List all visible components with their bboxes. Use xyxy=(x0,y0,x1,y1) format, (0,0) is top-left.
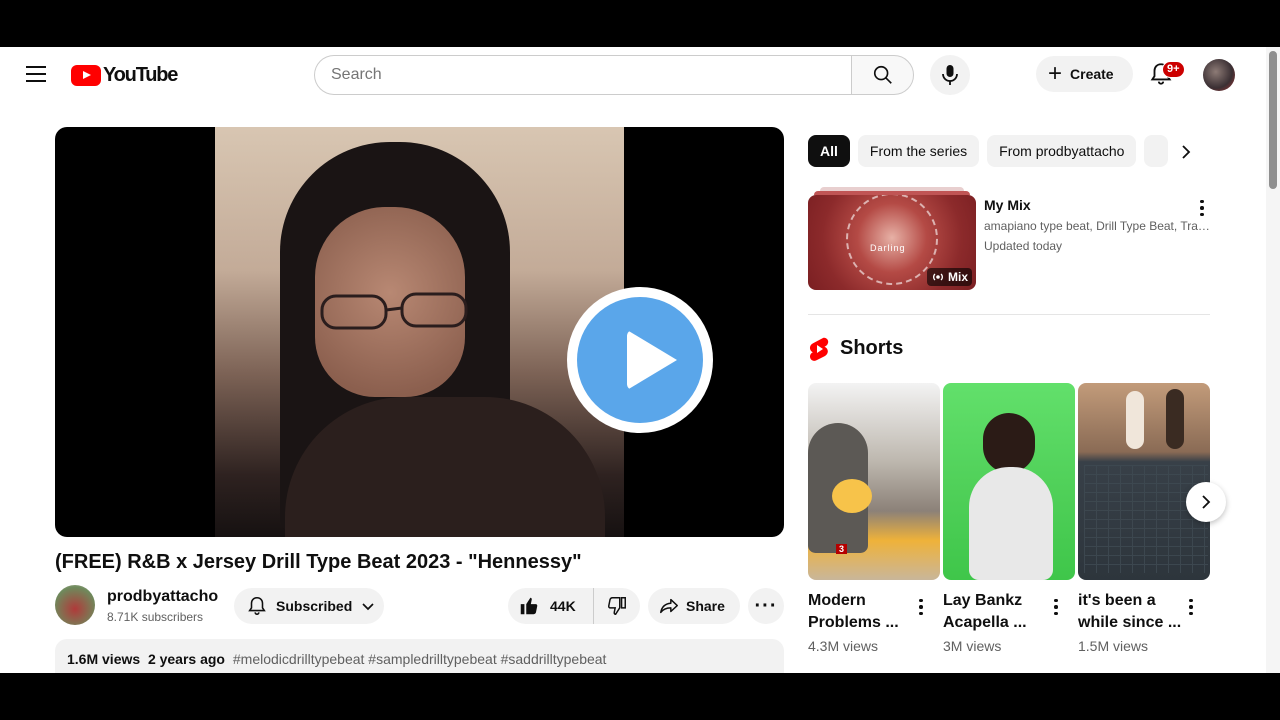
video-glasses xyxy=(320,292,468,330)
mix-subtitle: amapiano type beat, Drill Type Beat, Tra… xyxy=(984,219,1210,233)
mix-title[interactable]: My Mix xyxy=(984,197,1031,213)
filter-chips: All From the series From prodbyattacho xyxy=(808,135,1169,167)
view-count: 1.6M views xyxy=(67,651,141,667)
short-person-body xyxy=(969,467,1053,580)
create-label: Create xyxy=(1070,66,1114,82)
mix-menu-button[interactable] xyxy=(1192,196,1212,220)
dislike-button[interactable] xyxy=(594,588,640,624)
channel-avatar[interactable] xyxy=(55,585,95,625)
search-input[interactable] xyxy=(314,55,851,95)
subscriber-count: 8.71K subscribers xyxy=(107,610,204,624)
search-button[interactable] xyxy=(851,55,914,95)
short-title[interactable]: it's been a while since ... xyxy=(1078,590,1182,634)
short-flame xyxy=(832,479,872,513)
chevron-right-icon xyxy=(1202,495,1211,509)
description-hashtags[interactable]: #melodicdrilltypebeat #sampledrilltypebe… xyxy=(233,651,607,667)
like-dislike-group: 44K xyxy=(508,588,640,624)
channel-name[interactable]: prodbyattacho xyxy=(107,588,218,606)
like-button[interactable]: 44K xyxy=(508,588,594,624)
shorts-heading: Shorts xyxy=(840,337,904,359)
short-views: 1.5M views xyxy=(1078,638,1149,654)
create-button[interactable]: + Create xyxy=(1036,56,1133,92)
short-tag: 3 xyxy=(836,544,848,554)
short-menu-button[interactable] xyxy=(911,595,931,619)
upload-age: 2 years ago xyxy=(147,651,225,667)
search-icon xyxy=(873,65,892,84)
youtube-play-logo-icon xyxy=(71,64,101,86)
shorts-icon xyxy=(809,337,829,361)
menu-icon[interactable] xyxy=(24,66,48,86)
section-divider xyxy=(808,314,1210,315)
chevron-right-icon xyxy=(1182,145,1191,159)
logo-text: YouTube xyxy=(103,63,178,86)
short-thumbnail[interactable] xyxy=(943,383,1075,580)
mix-thumbnail-ring xyxy=(846,195,938,285)
chevron-down-icon xyxy=(362,603,374,611)
chip-all[interactable]: All xyxy=(808,135,850,167)
short-menu-button[interactable] xyxy=(1181,595,1201,619)
short-menu-button[interactable] xyxy=(1046,595,1066,619)
video-title: (FREE) R&B x Jersey Drill Type Beat 2023… xyxy=(55,551,582,573)
mix-thumbnail[interactable]: Darling Mix xyxy=(808,195,976,290)
page-scrollbar[interactable] xyxy=(1266,47,1280,673)
share-label: Share xyxy=(686,598,725,614)
short-person-head xyxy=(983,413,1035,473)
youtube-logo[interactable]: YouTube xyxy=(71,63,178,86)
voice-search-button[interactable] xyxy=(930,55,970,95)
subscribed-label: Subscribed xyxy=(276,598,353,614)
youtube-watch-page: YouTube + Create 9+ (FREE) R&B x Jersey … xyxy=(0,47,1280,673)
chip-from-the-series[interactable]: From the series xyxy=(857,135,980,167)
mix-thumbnail-text: Darling xyxy=(870,243,906,253)
short-title[interactable]: Modern Problems ... xyxy=(808,590,912,634)
notification-count-badge: 9+ xyxy=(1162,61,1185,78)
video-player[interactable] xyxy=(55,127,784,537)
description-box[interactable]: 1.6M views 2 years ago #melodicdrilltype… xyxy=(55,639,784,673)
radio-icon xyxy=(933,273,943,281)
mic-icon xyxy=(942,65,958,85)
more-icon: ··· xyxy=(754,594,778,617)
bell-icon xyxy=(248,596,266,616)
thumbs-up-icon xyxy=(520,597,538,615)
short-daw-grid xyxy=(1084,465,1208,573)
short-person xyxy=(1166,389,1184,449)
chip-from-channel[interactable]: From prodbyattacho xyxy=(987,135,1137,167)
share-button[interactable]: Share xyxy=(648,588,740,624)
play-button[interactable] xyxy=(567,287,713,433)
short-thumbnail[interactable]: 3 xyxy=(808,383,940,580)
play-icon xyxy=(577,297,703,423)
short-title[interactable]: Lay Bankz Acapella ... xyxy=(943,590,1047,634)
like-count: 44K xyxy=(550,598,576,614)
scrollbar-thumb[interactable] xyxy=(1269,51,1277,189)
subscribed-button[interactable]: Subscribed xyxy=(234,588,384,624)
search-bar xyxy=(314,55,914,95)
plus-icon: + xyxy=(1048,60,1063,87)
short-views: 3M views xyxy=(943,638,1002,654)
thumbs-down-icon xyxy=(607,597,626,615)
chips-next-button[interactable] xyxy=(1173,139,1199,165)
short-person xyxy=(1126,391,1144,449)
mix-updated: Updated today xyxy=(984,239,1063,253)
short-views: 4.3M views xyxy=(808,638,879,654)
account-avatar[interactable] xyxy=(1203,59,1235,91)
mix-badge-label: Mix xyxy=(947,270,968,284)
chip-partial[interactable] xyxy=(1144,135,1169,167)
short-thumbnail[interactable] xyxy=(1078,383,1210,580)
share-icon xyxy=(660,598,678,614)
video-frame xyxy=(215,127,624,537)
more-actions-button[interactable]: ··· xyxy=(748,588,784,624)
mix-badge: Mix xyxy=(926,268,972,286)
shorts-next-button[interactable] xyxy=(1186,482,1226,522)
